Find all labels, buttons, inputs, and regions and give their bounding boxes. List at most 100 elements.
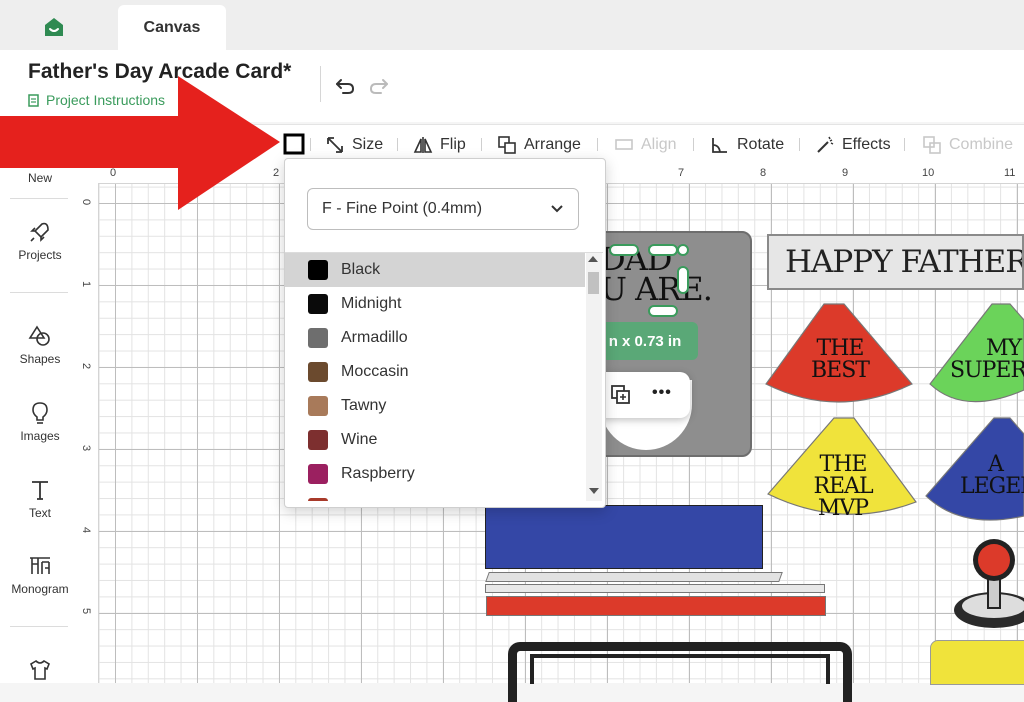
rocket-icon bbox=[30, 222, 49, 242]
color-name: Raspberry bbox=[341, 465, 415, 482]
sidebar-divider bbox=[10, 292, 68, 293]
color-swatch bbox=[308, 362, 328, 382]
home-icon bbox=[45, 18, 63, 36]
redo-icon[interactable] bbox=[368, 74, 390, 96]
toolbar-separator bbox=[481, 138, 482, 151]
sidebar-item-label: Images bbox=[20, 429, 60, 443]
tshirt-icon bbox=[30, 659, 50, 680]
yellow-folder-shape[interactable] bbox=[930, 640, 1024, 685]
rotate-button[interactable]: Rotate bbox=[710, 125, 784, 165]
selection-handle[interactable] bbox=[648, 305, 678, 317]
home-tab[interactable] bbox=[28, 12, 80, 42]
pen-color-option[interactable]: Black bbox=[285, 253, 585, 287]
color-name: Black bbox=[341, 261, 381, 278]
banner-shape[interactable]: HAPPY FATHER'S DAY bbox=[767, 234, 1024, 290]
ruler-label: 1 bbox=[80, 280, 93, 288]
arrange-icon bbox=[498, 136, 516, 154]
sidebar-item-projects[interactable]: Projects bbox=[0, 220, 80, 262]
flip-icon bbox=[413, 137, 433, 153]
pennant-text: THE REAL MVP bbox=[790, 454, 896, 520]
effects-button[interactable]: Effects bbox=[815, 125, 891, 165]
header-divider bbox=[320, 66, 321, 102]
scroll-up-icon[interactable] bbox=[588, 256, 598, 262]
tab-canvas[interactable]: Canvas bbox=[118, 5, 226, 50]
joystick-shape[interactable] bbox=[950, 536, 1024, 632]
red-arrow-annotation bbox=[0, 76, 280, 210]
sidebar-item-label: Shapes bbox=[19, 352, 61, 366]
pen-color-option[interactable]: Raspberry bbox=[285, 457, 585, 491]
align-icon bbox=[615, 139, 633, 150]
shapes-icon bbox=[28, 325, 50, 346]
text-icon bbox=[32, 481, 48, 500]
color-swatch bbox=[308, 260, 328, 280]
pen-color-option[interactable] bbox=[285, 491, 585, 501]
effects-label: Effects bbox=[842, 136, 891, 153]
sidebar-item-label: Projects bbox=[18, 248, 62, 262]
more-options-button[interactable]: ••• bbox=[652, 384, 672, 402]
pennant-text-line: BEST bbox=[811, 358, 870, 383]
lightbulb-icon bbox=[32, 402, 48, 424]
toolbar-separator bbox=[397, 138, 398, 151]
flip-label: Flip bbox=[440, 136, 466, 153]
color-swatch bbox=[308, 498, 328, 501]
combine-button[interactable]: Combine bbox=[922, 125, 1013, 165]
ruler-label: 10 bbox=[922, 167, 935, 179]
selection-handle[interactable] bbox=[648, 244, 678, 256]
pen-color-option[interactable]: Moccasin bbox=[285, 355, 585, 389]
gray-strip-shape[interactable] bbox=[485, 572, 783, 582]
size-label: Size bbox=[352, 136, 384, 153]
color-name: Tawny bbox=[341, 397, 387, 414]
duplicate-icon[interactable] bbox=[610, 384, 632, 406]
ruler-label: 11 bbox=[1004, 167, 1016, 179]
ruler-label: 9 bbox=[842, 167, 849, 179]
selection-handle[interactable] bbox=[677, 266, 689, 294]
ruler-vertical: 0 1 2 3 4 5 bbox=[80, 183, 99, 683]
combine-label: Combine bbox=[949, 136, 1014, 153]
sidebar-item-images[interactable]: Images bbox=[0, 401, 80, 443]
undo-icon[interactable] bbox=[334, 74, 356, 96]
toolbar-separator bbox=[597, 138, 598, 151]
pen-color-option[interactable]: Armadillo bbox=[285, 321, 585, 355]
pennant-text-line: LEGEND bbox=[960, 474, 1024, 498]
color-swatch bbox=[308, 294, 328, 314]
pen-type-select[interactable]: F - Fine Point (0.4mm) bbox=[307, 188, 579, 230]
arrange-label: Arrange bbox=[524, 136, 581, 153]
rotate-label: Rotate bbox=[737, 136, 785, 153]
sidebar-divider bbox=[10, 626, 68, 627]
pennant-text-line: THE bbox=[816, 336, 865, 361]
scroll-down-icon[interactable] bbox=[589, 488, 599, 494]
pen-color-option[interactable]: Midnight bbox=[285, 287, 585, 321]
sidebar-item-tshirt[interactable] bbox=[0, 658, 80, 682]
color-name: Wine bbox=[341, 431, 378, 448]
sidebar-item-label: Monogram bbox=[11, 582, 69, 596]
pennant-text-line: THE bbox=[819, 452, 868, 477]
dad-text-line: U ARE. bbox=[600, 270, 713, 308]
black-frame-inner-shape bbox=[530, 654, 830, 684]
sidebar-item-text[interactable]: Text bbox=[0, 478, 80, 520]
color-name: Moccasin bbox=[341, 363, 409, 380]
color-name: Midnight bbox=[341, 295, 402, 312]
gray-strip-shape[interactable] bbox=[485, 584, 825, 593]
ruler-label: 7 bbox=[678, 167, 685, 179]
align-label: Align bbox=[641, 136, 677, 153]
pen-color-option[interactable]: Tawny bbox=[285, 389, 585, 423]
selection-handle[interactable] bbox=[609, 244, 639, 256]
blue-rectangle-shape[interactable] bbox=[485, 505, 763, 569]
sidebar-item-monogram[interactable]: Monogram bbox=[0, 554, 80, 596]
monogram-icon bbox=[30, 557, 50, 574]
toolbar-separator bbox=[799, 138, 800, 151]
color-swatch bbox=[308, 464, 328, 484]
selection-handle[interactable] bbox=[677, 244, 689, 256]
scroll-thumb[interactable] bbox=[588, 272, 599, 294]
toolbar-separator bbox=[693, 138, 694, 151]
pennant-text-line: MY bbox=[986, 338, 1022, 361]
resize-icon bbox=[327, 137, 343, 153]
align-button[interactable]: Align bbox=[614, 125, 677, 165]
pennant-text-line: SUPERHERO bbox=[950, 358, 1024, 382]
red-strip-shape[interactable] bbox=[486, 596, 826, 616]
sidebar-item-shapes[interactable]: Shapes bbox=[0, 324, 80, 366]
pennant-text-line: REAL MVP bbox=[813, 474, 873, 521]
toolbar-separator bbox=[310, 138, 311, 151]
pen-color-option[interactable]: Wine bbox=[285, 423, 585, 457]
combine-icon bbox=[923, 136, 941, 154]
